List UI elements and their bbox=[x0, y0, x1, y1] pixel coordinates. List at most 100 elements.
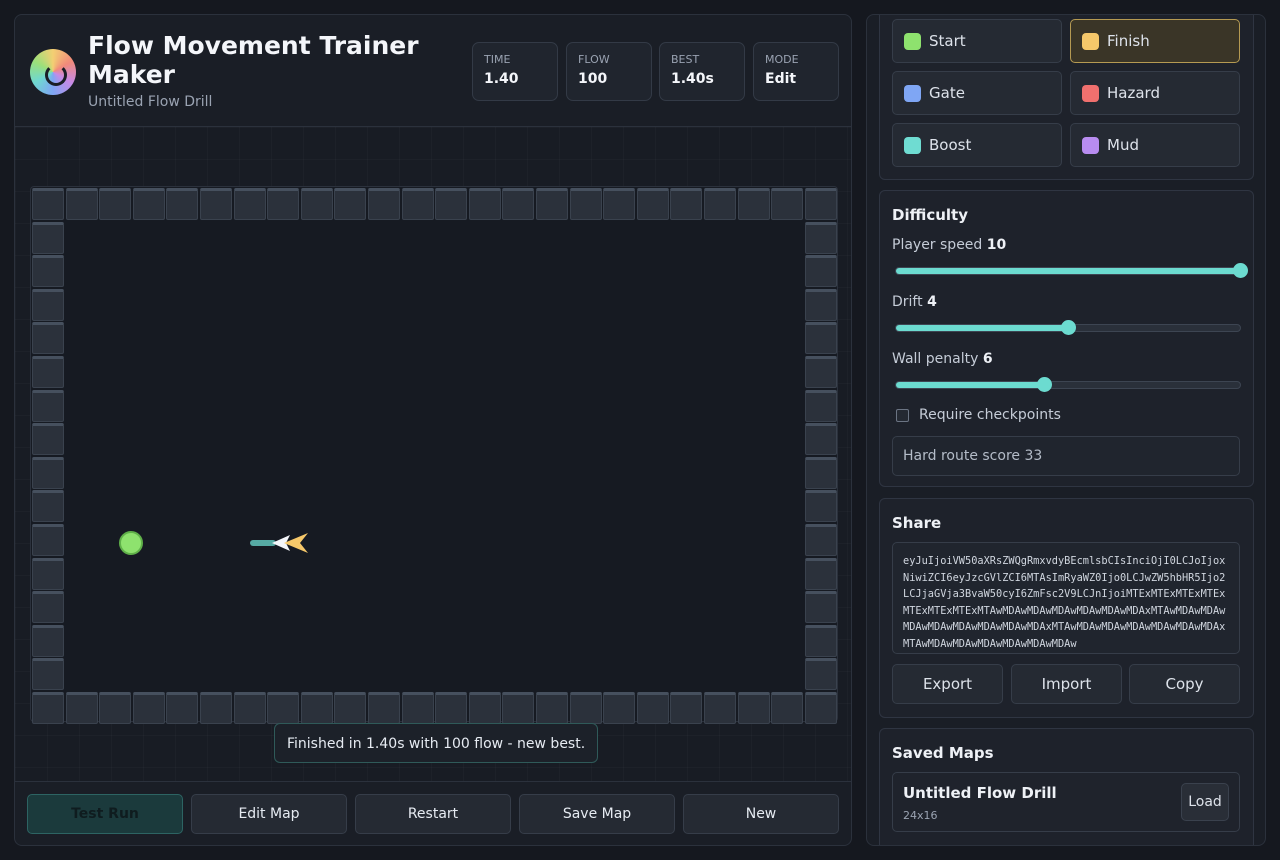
wall-tile[interactable] bbox=[32, 188, 64, 220]
export-button[interactable]: Export bbox=[892, 664, 1003, 704]
tool-boost[interactable]: Boost bbox=[892, 123, 1062, 167]
wall-tile[interactable] bbox=[804, 389, 837, 422]
tool-hazard[interactable]: Hazard bbox=[1070, 71, 1240, 115]
wall-tile[interactable] bbox=[200, 188, 232, 220]
wall-tile[interactable] bbox=[636, 188, 669, 220]
wall-tile[interactable] bbox=[569, 188, 602, 220]
saved-map-item[interactable]: Untitled Flow Drill 24x16 Load bbox=[892, 772, 1240, 832]
speed-slider[interactable] bbox=[895, 263, 1248, 278]
wall-tile[interactable] bbox=[804, 322, 837, 355]
wall-tile[interactable] bbox=[300, 188, 333, 220]
wall-tile[interactable] bbox=[804, 456, 837, 489]
tool-start[interactable]: Start bbox=[892, 19, 1062, 63]
wall-tile[interactable] bbox=[32, 692, 64, 724]
wall-tile[interactable] bbox=[670, 188, 703, 220]
wall-tile[interactable] bbox=[804, 692, 837, 724]
wall-tile[interactable] bbox=[32, 322, 64, 355]
wall-tile[interactable] bbox=[32, 490, 64, 523]
wall-tile[interactable] bbox=[468, 692, 501, 724]
wall-tile[interactable] bbox=[468, 188, 501, 220]
slider-handle[interactable] bbox=[1061, 320, 1076, 335]
wall-tile[interactable] bbox=[32, 456, 64, 489]
share-code-textarea[interactable]: eyJuIjoiVW50aXRsZWQgRmxvdyBEcmlsbCIsInci… bbox=[892, 542, 1240, 654]
wall-tile[interactable] bbox=[368, 692, 400, 724]
wall-tile[interactable] bbox=[32, 255, 64, 288]
wall-tile[interactable] bbox=[804, 288, 837, 321]
wall-tile[interactable] bbox=[435, 188, 468, 220]
wall-tile[interactable] bbox=[737, 692, 770, 724]
wall-tile[interactable] bbox=[804, 557, 837, 590]
wall-tile[interactable] bbox=[32, 389, 64, 422]
wall-tile[interactable] bbox=[569, 692, 602, 724]
copy-button[interactable]: Copy bbox=[1129, 664, 1240, 704]
wall-tile[interactable] bbox=[32, 591, 64, 624]
wall-tile[interactable] bbox=[32, 557, 64, 590]
wall-tile[interactable] bbox=[267, 692, 300, 724]
wall-tile[interactable] bbox=[334, 692, 367, 724]
wall-tile[interactable] bbox=[636, 692, 669, 724]
drift-slider[interactable] bbox=[895, 320, 1241, 335]
wall-tile[interactable] bbox=[771, 188, 804, 220]
wall-tile[interactable] bbox=[166, 188, 199, 220]
wall-tile[interactable] bbox=[32, 658, 64, 691]
wall-tile[interactable] bbox=[32, 221, 64, 254]
wall-tile[interactable] bbox=[502, 188, 535, 220]
wall-tile[interactable] bbox=[132, 188, 165, 220]
wall-tile[interactable] bbox=[804, 624, 837, 657]
wall-tile[interactable] bbox=[32, 423, 64, 456]
slider-handle[interactable] bbox=[1036, 377, 1052, 392]
wall-tile[interactable] bbox=[536, 692, 568, 724]
wall-tile[interactable] bbox=[804, 221, 837, 254]
wall-tile[interactable] bbox=[99, 692, 132, 724]
load-map-button[interactable]: Load bbox=[1181, 783, 1229, 821]
wall-penalty-slider[interactable] bbox=[895, 377, 1241, 392]
import-button[interactable]: Import bbox=[1011, 664, 1122, 704]
wall-tile[interactable] bbox=[804, 524, 837, 556]
wall-tile[interactable] bbox=[804, 591, 837, 624]
wall-tile[interactable] bbox=[603, 692, 636, 724]
tool-finish[interactable]: Finish bbox=[1070, 19, 1240, 63]
wall-tile[interactable] bbox=[804, 658, 837, 691]
wall-tile[interactable] bbox=[65, 692, 98, 724]
save-map-button[interactable]: Save Map bbox=[519, 794, 675, 834]
wall-tile[interactable] bbox=[32, 356, 64, 388]
slider-handle[interactable] bbox=[1233, 263, 1248, 278]
require-checkpoints-checkbox[interactable] bbox=[896, 409, 909, 422]
wall-tile[interactable] bbox=[32, 624, 64, 657]
new-map-button[interactable]: New bbox=[683, 794, 839, 834]
wall-tile[interactable] bbox=[804, 356, 837, 388]
wall-tile[interactable] bbox=[502, 692, 535, 724]
tool-mud[interactable]: Mud bbox=[1070, 123, 1240, 167]
wall-tile[interactable] bbox=[704, 692, 736, 724]
wall-tile[interactable] bbox=[401, 188, 434, 220]
wall-tile[interactable] bbox=[670, 692, 703, 724]
map-grid[interactable] bbox=[30, 186, 838, 724]
wall-tile[interactable] bbox=[32, 524, 64, 556]
start-marker[interactable] bbox=[119, 531, 143, 555]
wall-tile[interactable] bbox=[233, 692, 266, 724]
wall-tile[interactable] bbox=[804, 490, 837, 523]
wall-tile[interactable] bbox=[166, 692, 199, 724]
wall-tile[interactable] bbox=[99, 188, 132, 220]
tool-gate[interactable]: Gate bbox=[892, 71, 1062, 115]
wall-tile[interactable] bbox=[200, 692, 232, 724]
wall-tile[interactable] bbox=[32, 288, 64, 321]
wall-tile[interactable] bbox=[704, 188, 736, 220]
wall-tile[interactable] bbox=[804, 255, 837, 288]
wall-tile[interactable] bbox=[65, 188, 98, 220]
wall-tile[interactable] bbox=[737, 188, 770, 220]
edit-map-button[interactable]: Edit Map bbox=[191, 794, 347, 834]
wall-tile[interactable] bbox=[804, 188, 837, 220]
wall-tile[interactable] bbox=[804, 423, 837, 456]
wall-tile[interactable] bbox=[536, 188, 568, 220]
wall-tile[interactable] bbox=[603, 188, 636, 220]
wall-tile[interactable] bbox=[368, 188, 400, 220]
wall-tile[interactable] bbox=[435, 692, 468, 724]
wall-tile[interactable] bbox=[300, 692, 333, 724]
test-run-button[interactable]: Test Run bbox=[27, 794, 183, 834]
wall-tile[interactable] bbox=[267, 188, 300, 220]
wall-tile[interactable] bbox=[771, 692, 804, 724]
wall-tile[interactable] bbox=[334, 188, 367, 220]
wall-tile[interactable] bbox=[401, 692, 434, 724]
wall-tile[interactable] bbox=[132, 692, 165, 724]
